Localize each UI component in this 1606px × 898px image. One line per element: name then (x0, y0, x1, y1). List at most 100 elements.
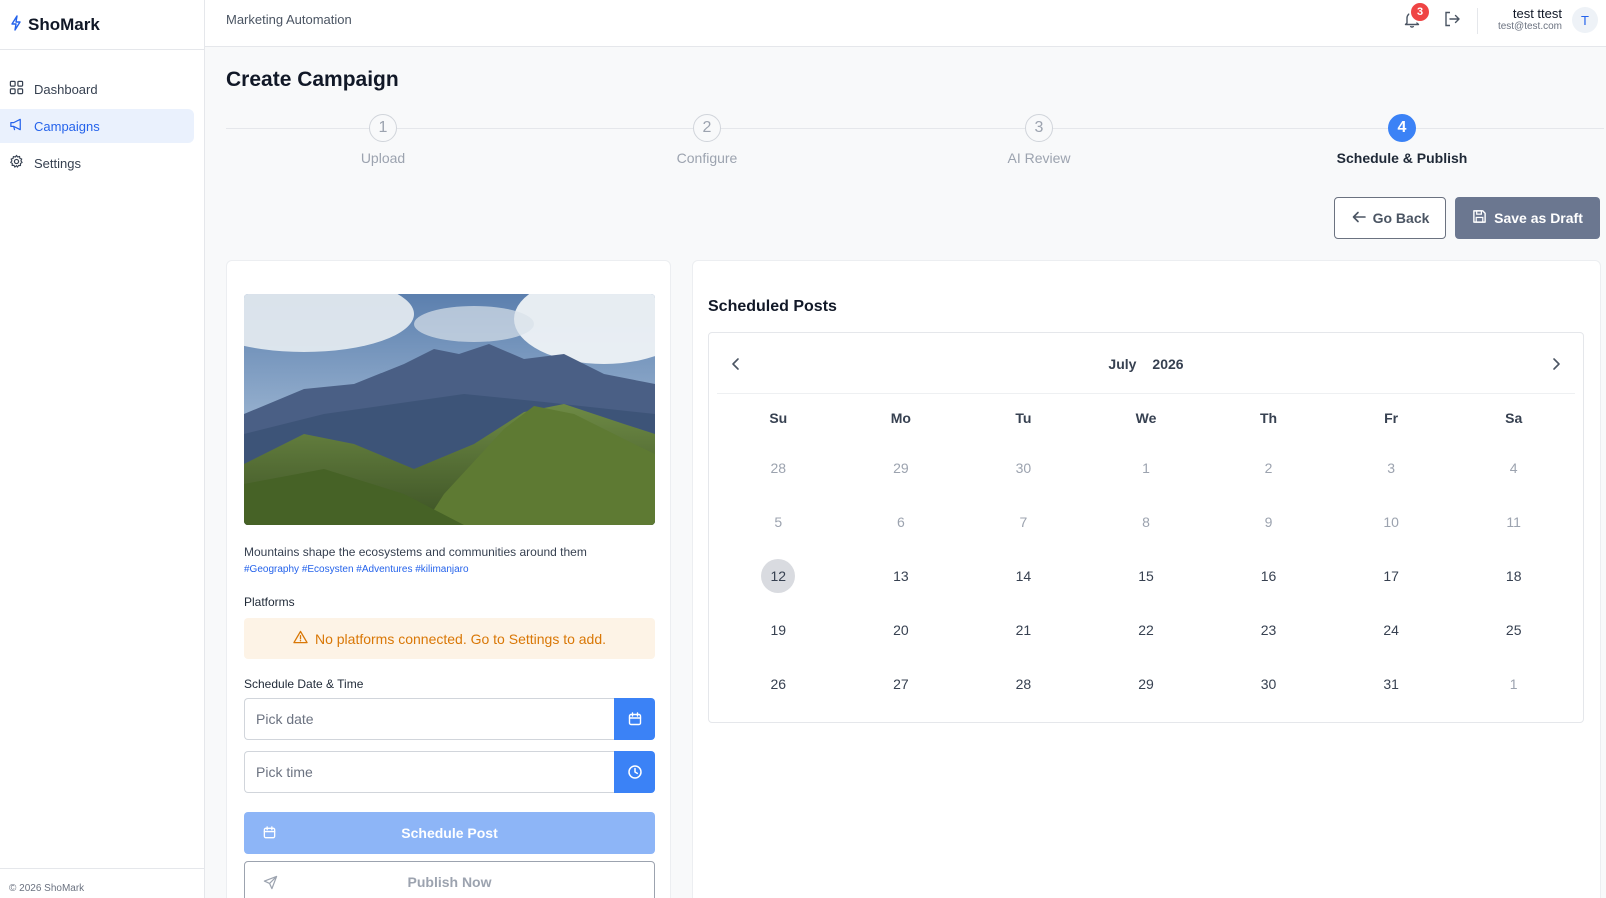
calendar-day-number: 18 (1505, 568, 1522, 584)
calendar-day[interactable]: 10 (1330, 495, 1453, 549)
calendar-day-number: 17 (1383, 568, 1399, 584)
sidebar-nav: Dashboard Campaigns Settings (0, 50, 204, 180)
calendar-day[interactable]: 23 (1207, 603, 1330, 657)
sidebar-item-settings[interactable]: Settings (0, 146, 194, 180)
calendar-day[interactable]: 19 (717, 603, 840, 657)
avatar[interactable]: T (1572, 7, 1598, 33)
step-upload[interactable]: 1 Upload (283, 114, 483, 166)
step-configure[interactable]: 2 Configure (607, 114, 807, 166)
calendar-day[interactable]: 31 (1330, 657, 1453, 711)
calendar-day[interactable]: 29 (1085, 657, 1208, 711)
calendar-day[interactable]: 26 (717, 657, 840, 711)
date-picker (244, 698, 655, 740)
warning-icon (293, 630, 308, 647)
calendar-day[interactable]: 8 (1085, 495, 1208, 549)
calendar-day[interactable]: 27 (840, 657, 963, 711)
calendar-day-number: 13 (893, 568, 909, 584)
date-input[interactable] (244, 698, 614, 740)
calendar-day[interactable]: 4 (1452, 441, 1575, 495)
save-icon (1472, 209, 1487, 227)
calendar-day-number: 20 (893, 622, 909, 638)
calendar-day[interactable]: 1 (1085, 441, 1208, 495)
sidebar: ShoMark Dashboard Campaigns Settings © 2… (0, 0, 205, 898)
calendar-day[interactable]: 1 (1452, 657, 1575, 711)
calendar-day[interactable]: 15 (1085, 549, 1208, 603)
post-image (244, 294, 655, 525)
calendar-day[interactable]: 29 (840, 441, 963, 495)
megaphone-icon (9, 117, 24, 135)
calendar-day-number: 9 (1264, 514, 1273, 530)
grid-icon (9, 80, 24, 98)
calendar-day[interactable]: 9 (1207, 495, 1330, 549)
weekday-header: Sa (1505, 409, 1523, 426)
weekday-header: Mo (890, 409, 911, 426)
go-back-button[interactable]: Go Back (1334, 197, 1446, 239)
calendar-day-number: 12 (761, 559, 796, 593)
calendar-header: July 2026 (717, 333, 1575, 394)
go-back-label: Go Back (1372, 210, 1430, 226)
step-schedule-publish[interactable]: 4 Schedule & Publish (1302, 114, 1502, 166)
calendar-day[interactable]: 6 (840, 495, 963, 549)
sidebar-item-label: Settings (34, 155, 81, 171)
calendar-day[interactable]: 24 (1330, 603, 1453, 657)
calendar-day[interactable]: 18 (1452, 549, 1575, 603)
step-ai-review[interactable]: 3 AI Review (939, 114, 1139, 166)
platforms-label: Platforms (244, 595, 295, 609)
chevron-right-icon[interactable] (1547, 355, 1565, 373)
clock-icon[interactable] (614, 751, 655, 793)
schedule-post-button[interactable]: Schedule Post (244, 812, 655, 854)
sidebar-item-label: Dashboard (34, 81, 98, 97)
calendar-day-number: 6 (896, 514, 905, 530)
brand[interactable]: ShoMark (0, 0, 204, 50)
step-label: Upload (360, 150, 406, 166)
calendar-day[interactable]: 11 (1452, 495, 1575, 549)
platforms-warning: No platforms connected. Go to Settings t… (244, 618, 655, 659)
calendar-day-number: 30 (1260, 676, 1277, 692)
time-input[interactable] (244, 751, 614, 793)
calendar-day-number: 27 (893, 676, 909, 692)
calendar-day[interactable]: 28 (962, 657, 1085, 711)
calendar-day[interactable]: 12 (717, 549, 840, 603)
calendar-day[interactable]: 22 (1085, 603, 1208, 657)
notification-badge: 3 (1409, 1, 1431, 23)
publish-now-button[interactable]: Publish Now (244, 861, 655, 898)
weekday-header: Fr (1384, 409, 1399, 426)
calendar-year[interactable]: 2026 (1152, 356, 1183, 372)
user-name: test ttest (1512, 6, 1562, 21)
step-number: 2 (693, 114, 721, 142)
calendar-day-number: 30 (1015, 460, 1032, 476)
calendar-month[interactable]: July (1108, 356, 1136, 372)
calendar-day[interactable]: 5 (717, 495, 840, 549)
calendar-day[interactable]: 25 (1452, 603, 1575, 657)
calendar-day[interactable]: 14 (962, 549, 1085, 603)
page-title: Create Campaign (226, 68, 399, 91)
calendar-day[interactable]: 30 (962, 441, 1085, 495)
weekday-header: Su (769, 409, 788, 426)
calendar-day[interactable]: 17 (1330, 549, 1453, 603)
calendar-day-number: 29 (1138, 676, 1154, 692)
calendar-day-number: 5 (774, 514, 783, 530)
sidebar-item-campaigns[interactable]: Campaigns (0, 109, 194, 143)
calendar-day[interactable]: 2 (1207, 441, 1330, 495)
save-draft-button[interactable]: Save as Draft (1455, 197, 1600, 239)
logout-icon[interactable] (1442, 9, 1462, 29)
sidebar-item-dashboard[interactable]: Dashboard (0, 72, 194, 106)
calendar-day-number: 3 (1387, 460, 1396, 476)
calendar-day[interactable]: 7 (962, 495, 1085, 549)
calendar-day[interactable]: 30 (1207, 657, 1330, 711)
calendar-day[interactable]: 21 (962, 603, 1085, 657)
calendar-day[interactable]: 28 (717, 441, 840, 495)
calendar-day[interactable]: 16 (1207, 549, 1330, 603)
calendar-day-number: 21 (1015, 622, 1032, 638)
calendar-day-number: 28 (1015, 676, 1032, 692)
user-email: test@test.com (1497, 21, 1562, 32)
calendar-day-number: 7 (1019, 514, 1028, 530)
calendar-day[interactable]: 13 (840, 549, 963, 603)
step-number: 3 (1025, 114, 1053, 142)
calendar-day-number: 16 (1260, 568, 1277, 584)
calendar-day[interactable]: 3 (1330, 441, 1453, 495)
schedule-label: Schedule Date & Time (244, 677, 364, 691)
calendar-day[interactable]: 20 (840, 603, 963, 657)
calendar-icon[interactable] (614, 698, 655, 740)
calendar-day-number: 25 (1505, 622, 1522, 638)
